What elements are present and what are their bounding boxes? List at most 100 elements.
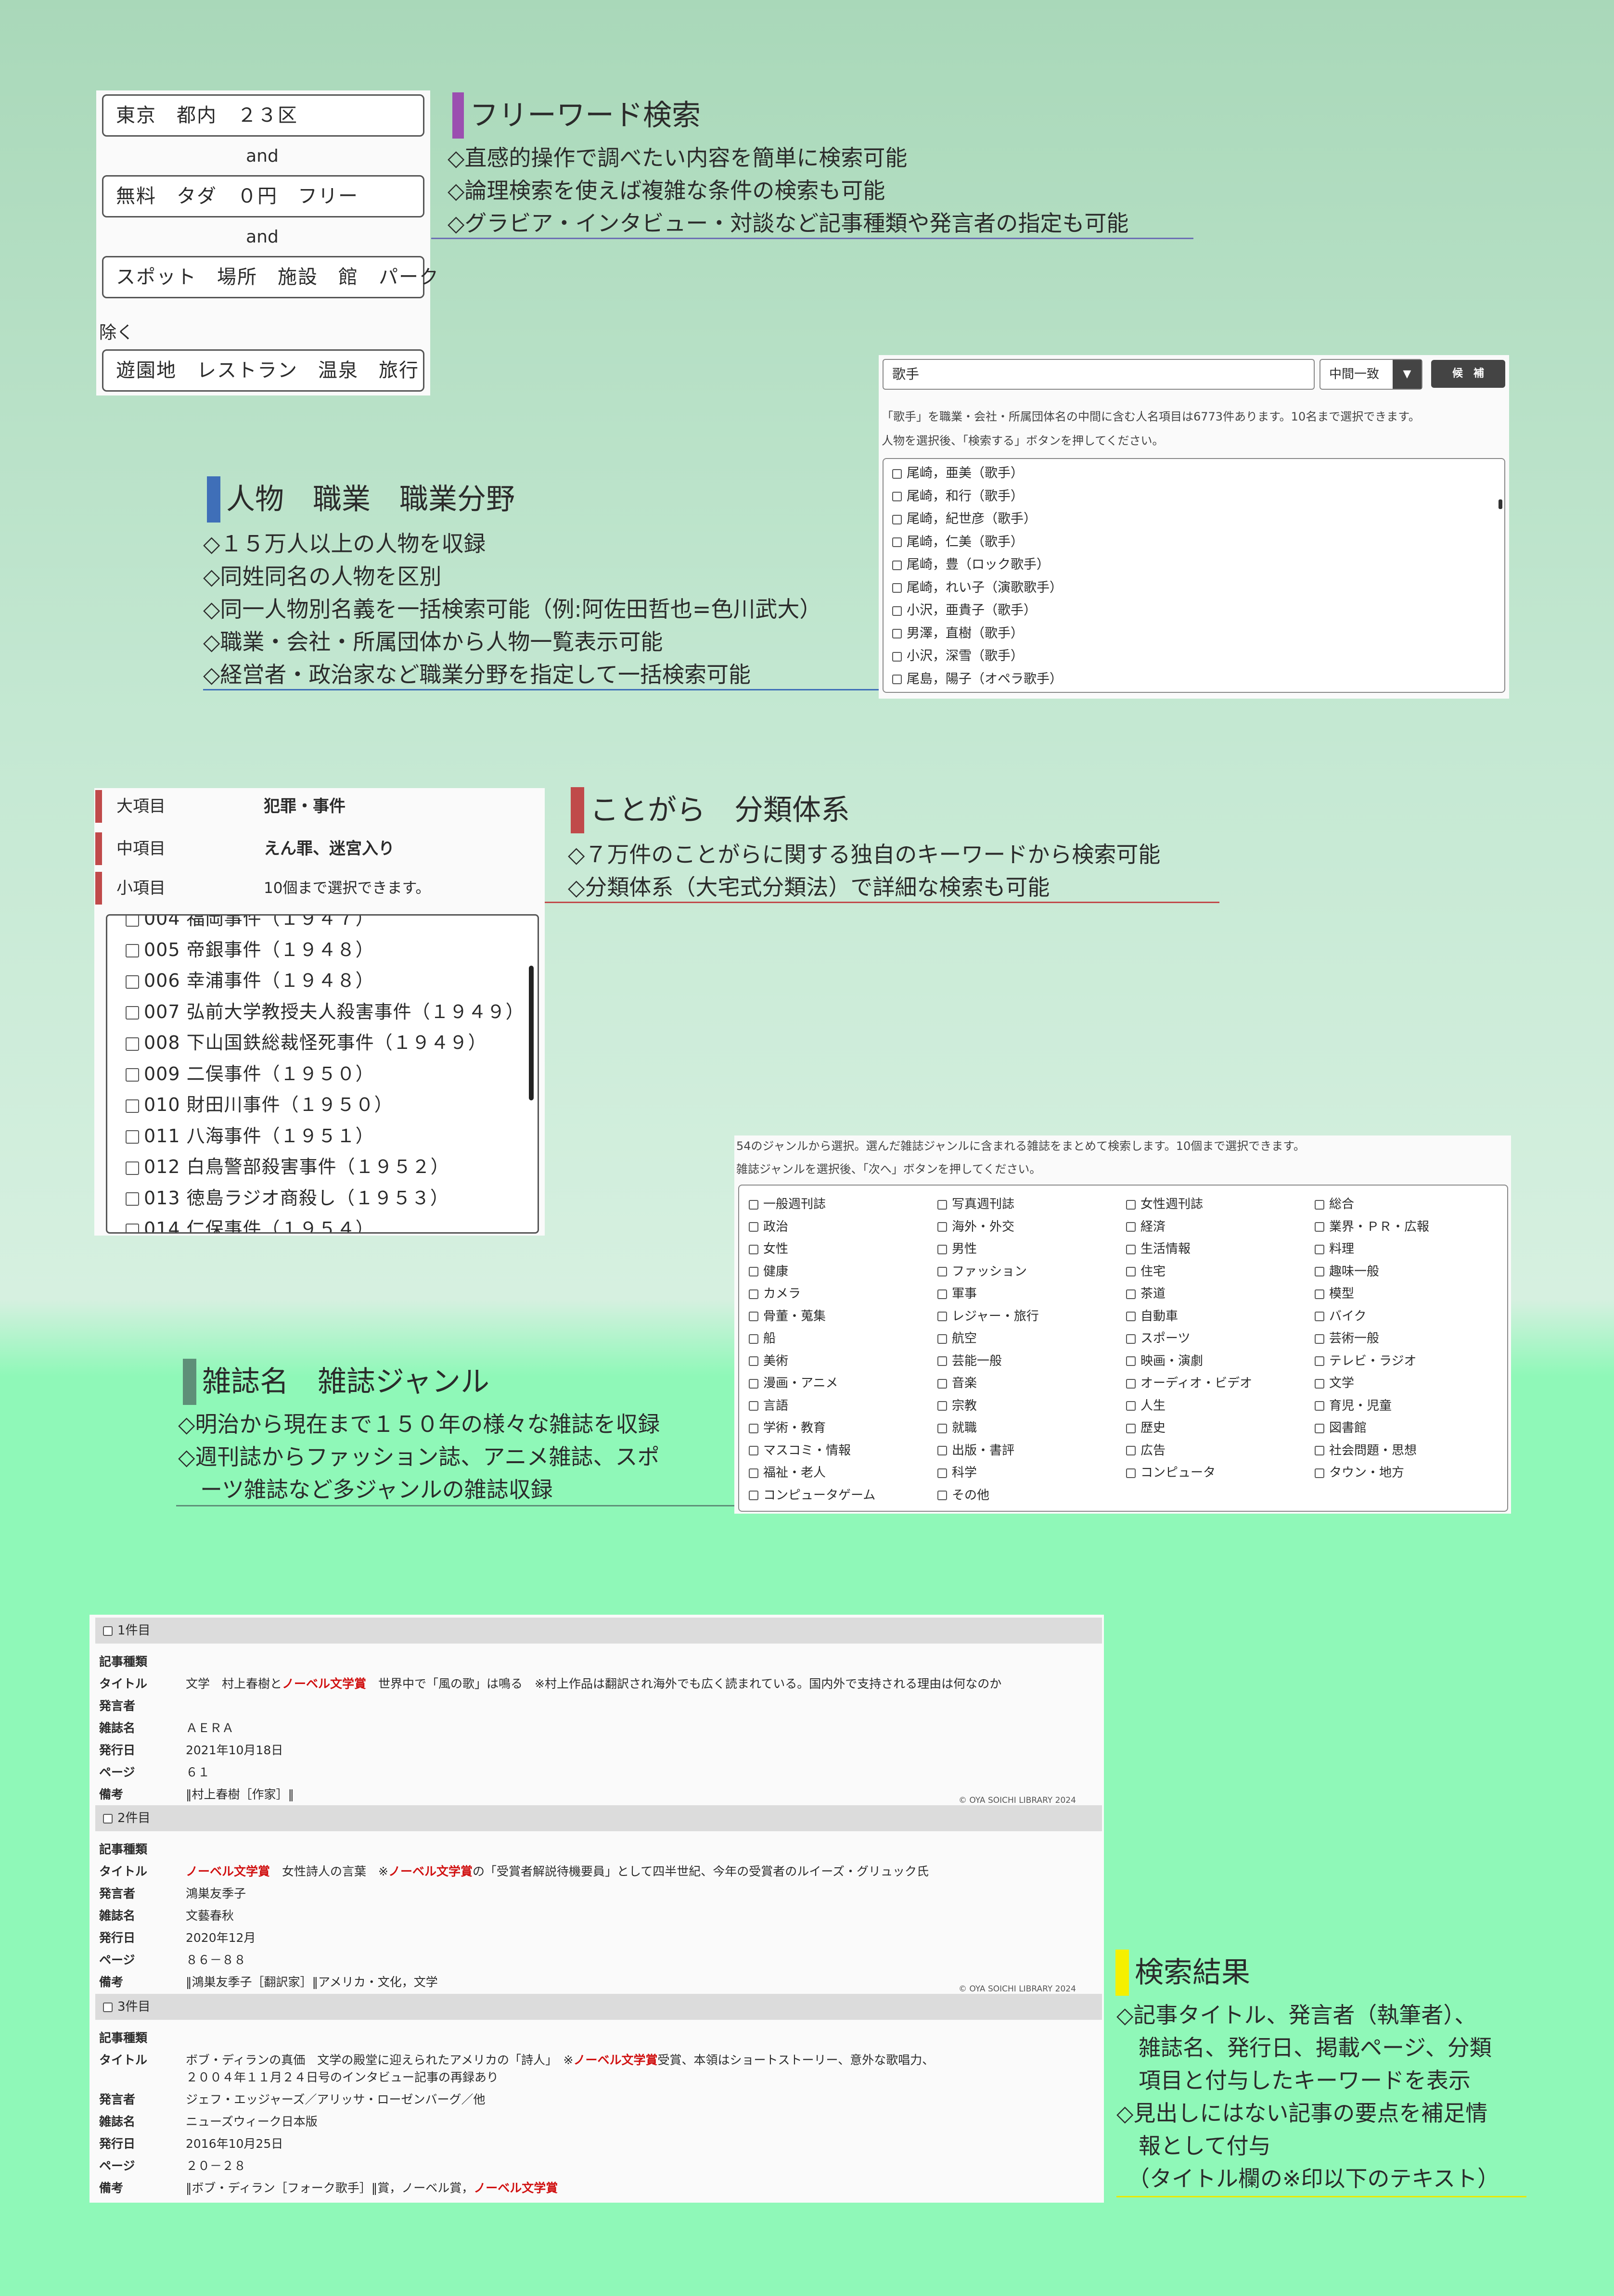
genre-option[interactable]: 映画・演劇	[1126, 1351, 1203, 1369]
person-list-item[interactable]: 尾崎，和行（歌手）	[884, 485, 1504, 508]
case-list-item[interactable]: 011 八海事件（１９５１）	[107, 1121, 538, 1152]
checkbox[interactable]	[1315, 1468, 1324, 1478]
checkbox[interactable]	[1315, 1334, 1324, 1344]
genre-option[interactable]: 住宅	[1126, 1262, 1166, 1279]
genre-option[interactable]: 経済	[1126, 1217, 1166, 1235]
genre-option[interactable]: 社会問題・思想	[1315, 1441, 1417, 1458]
genre-option[interactable]: 自動車	[1126, 1306, 1178, 1324]
checkbox[interactable]	[892, 537, 902, 547]
checkbox[interactable]	[103, 2002, 113, 2012]
genre-option[interactable]: その他	[937, 1485, 989, 1503]
checkbox[interactable]	[749, 1356, 758, 1366]
checkbox[interactable]	[126, 944, 139, 957]
checkbox[interactable]	[1126, 1334, 1136, 1344]
checkbox[interactable]	[749, 1267, 758, 1276]
person-list-item[interactable]: 小沢，深雪（歌手）	[884, 645, 1504, 668]
checkbox[interactable]	[937, 1267, 947, 1276]
checkbox[interactable]	[103, 1626, 113, 1636]
checkbox[interactable]	[1315, 1289, 1324, 1299]
genre-option[interactable]: 図書館	[1315, 1418, 1367, 1436]
case-list-item[interactable]: 004 福岡事件（１９４７）	[107, 916, 538, 934]
case-list-item[interactable]: 007 弘前大学教授夫人殺害事件（１９４９）	[107, 996, 538, 1028]
person-list-item[interactable]: 尾崎，豊（ロック歌手）	[884, 553, 1504, 576]
checkbox[interactable]	[749, 1244, 758, 1254]
checkbox[interactable]	[937, 1446, 947, 1455]
genre-option[interactable]: レジャー・旅行	[937, 1306, 1039, 1324]
person-search-input[interactable]: 歌手	[883, 359, 1315, 390]
checkbox[interactable]	[892, 675, 902, 684]
result-title[interactable]: ボブ・ディランの真価 文学の殿堂に迎えられたアメリカの「詩人」 ※ノーベル文学賞…	[186, 2051, 934, 2068]
checkbox[interactable]	[1315, 1423, 1324, 1433]
checkbox[interactable]	[749, 1289, 758, 1299]
checkbox[interactable]	[1126, 1222, 1136, 1232]
checkbox[interactable]	[126, 1161, 139, 1175]
checkbox[interactable]	[1315, 1244, 1324, 1254]
person-list-item[interactable]: 男澤，直樹（歌手）	[884, 622, 1504, 645]
genre-option[interactable]: 船	[749, 1328, 776, 1346]
genre-option[interactable]: 宗教	[937, 1396, 977, 1414]
checkbox[interactable]	[1315, 1222, 1324, 1232]
genre-checkbox-grid[interactable]: 一般週刊誌 写真週刊誌 女性週刊誌 総合 政治 海外・外交 経済 業界・ＰＲ・広報 女性 男性 生活…	[738, 1185, 1508, 1512]
checkbox[interactable]	[892, 560, 902, 570]
case-list-item[interactable]: 014 仁保事件（１９５４）	[107, 1213, 538, 1232]
checkbox[interactable]	[1126, 1401, 1136, 1411]
genre-option[interactable]: テレビ・ラジオ	[1315, 1351, 1416, 1369]
genre-option[interactable]: 広告	[1126, 1441, 1166, 1458]
checkbox[interactable]	[937, 1401, 947, 1411]
genre-option[interactable]: 歴史	[1126, 1418, 1166, 1436]
genre-option[interactable]: 趣味一般	[1315, 1262, 1379, 1279]
checkbox[interactable]	[937, 1378, 947, 1389]
checkbox[interactable]	[937, 1423, 947, 1433]
person-list-item[interactable]: 尾崎，亜美（歌手）	[884, 462, 1504, 485]
genre-option[interactable]: 人生	[1126, 1396, 1166, 1414]
person-list-item[interactable]: 尾島，陽子（オペラ歌手）	[884, 668, 1504, 691]
match-type-select[interactable]: 中間一致 ▼	[1319, 359, 1422, 390]
genre-option[interactable]: 漫画・アニメ	[749, 1373, 838, 1391]
genre-option[interactable]: 福祉・老人	[749, 1463, 826, 1480]
genre-option[interactable]: 学術・教育	[749, 1418, 826, 1436]
checkbox[interactable]	[126, 1130, 139, 1144]
checkbox[interactable]	[1315, 1378, 1324, 1389]
checkbox[interactable]	[937, 1244, 947, 1254]
case-list-item[interactable]: 008 下山国鉄総裁怪死事件（１９４９）	[107, 1027, 538, 1059]
checkbox[interactable]	[937, 1334, 947, 1344]
checkbox[interactable]	[1126, 1289, 1136, 1299]
checkbox[interactable]	[1126, 1356, 1136, 1366]
person-list-item[interactable]: 小沢，亜貴子（歌手）	[884, 599, 1504, 622]
genre-option[interactable]: 政治	[749, 1217, 788, 1235]
checkbox[interactable]	[1126, 1244, 1136, 1254]
checkbox[interactable]	[1315, 1199, 1324, 1210]
checkbox[interactable]	[1315, 1446, 1324, 1455]
checkbox[interactable]	[937, 1468, 947, 1478]
genre-option[interactable]: 言語	[749, 1396, 788, 1414]
checkbox[interactable]	[126, 1223, 139, 1232]
checkbox[interactable]	[937, 1312, 947, 1321]
scrollbar-thumb[interactable]	[529, 966, 534, 1100]
checkbox[interactable]	[749, 1378, 758, 1389]
genre-option[interactable]: 生活情報	[1126, 1239, 1191, 1257]
checkbox[interactable]	[892, 629, 902, 638]
person-list[interactable]: 尾崎，亜美（歌手） 尾崎，和行（歌手） 尾崎，紀世彦（歌手） 尾崎，仁美（歌手）…	[883, 458, 1505, 693]
scrollbar-thumb[interactable]	[1499, 499, 1502, 509]
genre-option[interactable]: 総合	[1315, 1194, 1354, 1212]
genre-option[interactable]: 美術	[749, 1351, 788, 1369]
genre-option[interactable]: コンピュータゲーム	[749, 1485, 875, 1503]
major-category-value[interactable]: 犯罪・事件	[264, 788, 346, 825]
checkbox[interactable]	[126, 1006, 139, 1020]
checkbox[interactable]	[126, 975, 139, 989]
checkbox[interactable]	[1315, 1312, 1324, 1321]
genre-option[interactable]: 料理	[1315, 1239, 1354, 1257]
middle-category-value[interactable]: えん罪、迷宮入り	[264, 830, 395, 867]
case-list-item[interactable]: 009 二俣事件（１９５０）	[107, 1059, 538, 1090]
checkbox[interactable]	[892, 492, 902, 501]
genre-option[interactable]: 育児・児童	[1315, 1396, 1392, 1414]
checkbox[interactable]	[126, 1037, 139, 1051]
checkbox[interactable]	[126, 1068, 139, 1082]
checkbox[interactable]	[749, 1222, 758, 1232]
case-list-item[interactable]: 013 徳島ラジオ商殺し（１９５３）	[107, 1183, 538, 1214]
genre-option[interactable]: カメラ	[749, 1284, 801, 1301]
checkbox[interactable]	[892, 606, 902, 616]
checkbox[interactable]	[937, 1199, 947, 1210]
genre-option[interactable]: 茶道	[1126, 1284, 1166, 1301]
checkbox[interactable]	[1126, 1378, 1136, 1389]
